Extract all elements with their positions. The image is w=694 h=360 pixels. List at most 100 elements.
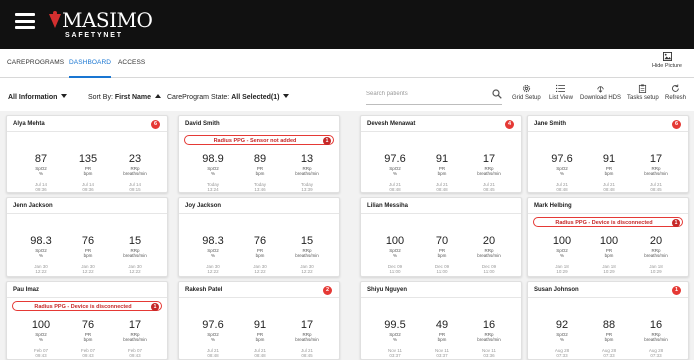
vital-metric-spo2: 98.9 SpO2% Today 13:24 — [193, 154, 233, 193]
patient-name[interactable]: Jenn Jackson — [13, 203, 53, 209]
metric-value: 100 — [599, 235, 619, 247]
patient-card[interactable]: Jenn Jackson 98.3 SpO2% Jan 30 12:22 76 PR bpm J… — [6, 197, 168, 277]
metric-time: 08:45 — [301, 353, 313, 358]
metric-unit: bpm — [255, 253, 265, 258]
device-alert[interactable]: Radius PPG - Device is disconnected 1 — [12, 301, 162, 311]
metric-value: 99.5 — [384, 319, 406, 331]
patient-name[interactable]: Susan Johnson — [534, 287, 579, 293]
metric-time: 08:45 — [650, 187, 662, 192]
patient-card[interactable]: David Smith Radius PPG - Sensor not added… — [178, 115, 340, 193]
metric-unit: % — [210, 337, 215, 342]
patient-card[interactable]: Jane Smith 6 97.6 SpO2% Jul 21 08:48 91 PR bpm Ju… — [527, 115, 689, 193]
metric-unit: bpm — [604, 337, 614, 342]
vital-metric-spo2: 92 SpO2% Aug 28 07:33 — [542, 319, 582, 359]
metric-value: 15 — [128, 235, 142, 247]
metric-unit: breaths/min — [123, 337, 147, 342]
metric-time: 08:48 — [254, 353, 266, 358]
notification-badge[interactable]: 6 — [672, 120, 681, 129]
metric-value: 20 — [649, 235, 663, 247]
device-alert[interactable]: Radius PPG - Device is disconnected 1 — [533, 217, 683, 227]
patient-card[interactable]: Susan Johnson 1 92 SpO2% Aug 28 07:33 88 PR bpm A… — [527, 281, 689, 360]
search-icon[interactable] — [492, 89, 502, 99]
metric-value: 49 — [435, 319, 449, 331]
patient-name[interactable]: Devesh Menawat — [367, 121, 415, 127]
vital-metric-pr: 70 PR bpm Dec 09 11:00 — [422, 235, 462, 275]
metric-value: 70 — [435, 235, 449, 247]
patient-card[interactable]: Shiyu Nguyen 99.5 SpO2% Nov 11 03:37 49 PR bpm N… — [360, 281, 522, 360]
tab-access[interactable]: ACCESS — [118, 59, 145, 66]
patient-card-header: Susan Johnson 1 — [528, 282, 688, 298]
tab-careprograms[interactable]: CAREPROGRAMS — [7, 59, 64, 66]
careprogram-state-dropdown[interactable]: CareProgram State: All Selected(1) — [167, 94, 290, 101]
patient-card[interactable]: Lilian Messiha 100 SpO2% Dec 09 11:00 70 PR bpm… — [360, 197, 522, 277]
patient-name[interactable]: Alya Mehta — [13, 121, 45, 127]
patient-name[interactable]: Rakesh Patel — [185, 287, 222, 293]
patient-card-header: Shiyu Nguyen — [361, 282, 521, 298]
notification-badge[interactable]: 1 — [672, 286, 681, 295]
patient-name[interactable]: Jane Smith — [534, 121, 566, 127]
metric-value: 91 — [253, 319, 267, 331]
notification-badge[interactable]: 6 — [151, 120, 160, 129]
tasks-setup-button[interactable]: Tasks setup — [627, 84, 659, 101]
hide-picture-button[interactable]: Hide Picture — [647, 52, 687, 69]
metric-time: 08:48 — [207, 353, 219, 358]
metric-unit: breaths/min — [644, 337, 668, 342]
vital-metric-rrp: 16 RRp breaths/min Nov 11 03:36 — [469, 320, 509, 359]
metric-time: 08:48 — [603, 187, 615, 192]
search-input[interactable] — [366, 91, 484, 97]
metric-time: 13:39 — [301, 187, 313, 192]
patient-card-header: Joy Jackson — [179, 198, 339, 214]
search-box — [366, 89, 502, 105]
metric-value: 100 — [552, 235, 572, 247]
metric-unit: % — [559, 337, 564, 342]
sort-by-dropdown[interactable]: Sort By: First Name — [88, 94, 162, 101]
patient-name[interactable]: Mark Helbing — [534, 203, 572, 209]
patient-card[interactable]: Mark Helbing Radius PPG - Device is disco… — [527, 197, 689, 277]
metric-unit: % — [210, 253, 215, 258]
notification-badge[interactable]: 2 — [323, 286, 332, 295]
download-hds-button[interactable]: Download HDS — [580, 84, 621, 101]
menu-icon[interactable] — [15, 13, 35, 29]
device-alert[interactable]: Radius PPG - Sensor not added 1 — [184, 135, 334, 145]
patient-name[interactable]: Lilian Messiha — [367, 203, 408, 209]
metric-time: 09:36 — [82, 187, 94, 192]
metric-time: 10:29 — [556, 269, 568, 274]
patient-card[interactable]: Alya Mehta 6 87 SpO2% Jul 14 09:36 135 PR bpm Jul… — [6, 115, 168, 193]
metric-time: 12:22 — [129, 269, 141, 274]
patient-name[interactable]: Shiyu Nguyen — [367, 287, 407, 293]
tab-dashboard[interactable]: DASHBOARD — [69, 59, 111, 66]
vital-metric-rrp: 15 RRp breaths/min Jan 30 12:22 — [115, 235, 155, 275]
patient-card[interactable]: Pau Imaz Radius PPG - Device is disconnec… — [6, 281, 168, 360]
grid-setup-button[interactable]: Grid Setup — [512, 84, 541, 101]
vital-metric-pr: 89 PR bpm Today 13:46 — [240, 154, 280, 193]
vital-metric-pr: 91 PR bpm Jul 21 08:48 — [422, 154, 462, 193]
patient-name[interactable]: Joy Jackson — [185, 203, 221, 209]
patient-name[interactable]: David Smith — [185, 121, 220, 127]
download-hds-label: Download HDS — [580, 95, 622, 101]
chevron-down-icon — [61, 94, 68, 98]
refresh-button[interactable]: Refresh — [665, 84, 686, 101]
metric-time: 03:37 — [389, 353, 401, 358]
vital-metric-pr: 76 PR bpm Jan 30 12:22 — [68, 236, 108, 275]
metric-time: 07:33 — [556, 353, 568, 358]
vital-metric-spo2: 87 SpO2% Jul 14 09:36 — [21, 154, 61, 193]
patient-card[interactable]: Rakesh Patel 2 97.6 SpO2% Jul 21 08:48 91 PR bpm… — [178, 281, 340, 360]
information-filter[interactable]: All Information — [8, 94, 68, 101]
sort-ascending-icon[interactable] — [155, 94, 162, 98]
metric-time: 13:24 — [207, 187, 219, 192]
list-view-button[interactable]: List View — [549, 84, 573, 101]
notification-badge[interactable]: 4 — [505, 120, 514, 129]
patient-name[interactable]: Pau Imaz — [13, 287, 39, 293]
metric-time: 08:48 — [436, 187, 448, 192]
patient-card-header: Alya Mehta 6 — [7, 116, 167, 132]
metric-value: 135 — [78, 153, 98, 165]
metric-unit: % — [210, 171, 215, 176]
metric-time: 09:43 — [82, 353, 94, 358]
metric-value: 92 — [555, 319, 569, 331]
alert-count-badge: 1 — [323, 136, 331, 145]
patient-card[interactable]: Joy Jackson 98.3 SpO2% Jan 30 12:22 76 PR bpm Ja… — [178, 197, 340, 277]
patient-card[interactable]: Devesh Menawat 4 97.6 SpO2% Jul 21 08:48 91 PR b… — [360, 115, 522, 193]
metric-unit: bpm — [437, 253, 447, 258]
picture-icon — [662, 52, 672, 61]
metric-unit: bpm — [83, 253, 93, 258]
